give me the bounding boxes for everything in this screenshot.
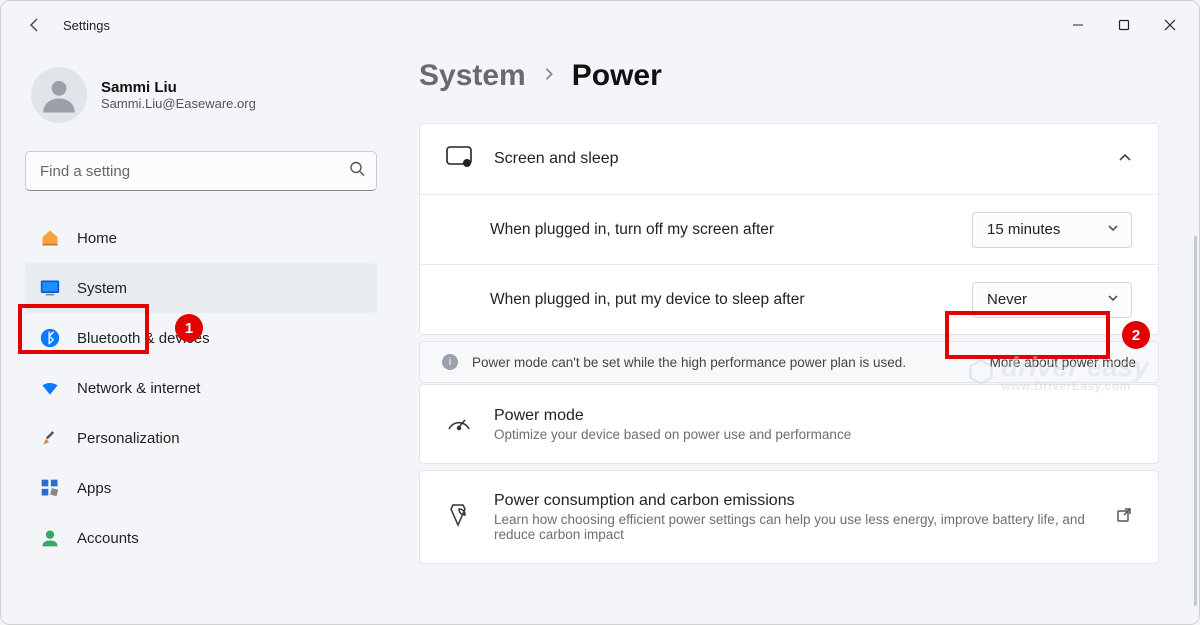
scrollbar[interactable] [1194, 236, 1197, 606]
system-icon [39, 277, 61, 299]
accounts-icon [39, 527, 61, 549]
carbon-title: Power consumption and carbon emissions [494, 492, 1094, 510]
dropdown-value: Never [987, 291, 1027, 308]
minimize-button[interactable] [1055, 5, 1101, 45]
profile-name: Sammi Liu [101, 79, 256, 96]
power-mode-title: Power mode [494, 407, 1132, 425]
screen-off-row: When plugged in, turn off my screen afte… [420, 194, 1158, 264]
annotation-box-sleep [945, 311, 1110, 359]
screen-sleep-title: Screen and sleep [494, 150, 1096, 168]
sidebar-item-personalization[interactable]: Personalization [25, 413, 377, 463]
sleep-label: When plugged in, put my device to sleep … [490, 291, 952, 309]
leaf-shield-icon [446, 502, 472, 533]
annotation-2: 2 [1122, 321, 1150, 349]
breadcrumb: System Power [419, 59, 1159, 93]
chevron-down-icon [1107, 291, 1119, 308]
screen-icon [446, 146, 472, 173]
maximize-button[interactable] [1101, 5, 1147, 45]
power-mode-sub: Optimize your device based on power use … [494, 427, 1132, 442]
sidebar-item-label: Network & internet [77, 380, 200, 397]
back-arrow-icon[interactable] [25, 17, 45, 33]
breadcrumb-parent[interactable]: System [419, 59, 526, 93]
sidebar-item-label: Home [77, 230, 117, 247]
sidebar-item-label: Accounts [77, 530, 139, 547]
paintbrush-icon [39, 427, 61, 449]
search-input[interactable] [25, 151, 377, 191]
profile-email: Sammi.Liu@Easeware.org [101, 96, 256, 111]
external-link-icon [1116, 507, 1132, 528]
search-icon [349, 161, 365, 182]
carbon-section[interactable]: Power consumption and carbon emissions L… [420, 471, 1158, 563]
chevron-down-icon [1107, 221, 1119, 238]
info-text: Power mode can't be set while the high p… [472, 355, 906, 370]
close-button[interactable] [1147, 5, 1193, 45]
sidebar-item-label: Personalization [77, 430, 180, 447]
home-icon [39, 227, 61, 249]
apps-icon [39, 477, 61, 499]
annotation-box-system [18, 304, 149, 354]
power-mode-section: Power mode Optimize your device based on… [420, 385, 1158, 463]
info-icon: i [442, 354, 458, 370]
chevron-up-icon [1118, 150, 1132, 169]
sidebar-item-label: Apps [77, 480, 111, 497]
sidebar-item-apps[interactable]: Apps [25, 463, 377, 513]
gauge-icon [446, 411, 472, 438]
avatar [31, 67, 87, 123]
sidebar-item-label: System [77, 280, 127, 297]
sidebar-item-home[interactable]: Home [25, 213, 377, 263]
screen-off-label: When plugged in, turn off my screen afte… [490, 221, 952, 239]
chevron-right-icon [542, 67, 556, 86]
screen-off-dropdown[interactable]: 15 minutes [972, 212, 1132, 248]
sidebar-item-accounts[interactable]: Accounts [25, 513, 377, 563]
screen-sleep-header[interactable]: Screen and sleep [420, 124, 1158, 194]
carbon-sub: Learn how choosing efficient power setti… [494, 512, 1094, 542]
profile-block[interactable]: Sammi Liu Sammi.Liu@Easeware.org [25, 67, 377, 123]
sidebar-item-network[interactable]: Network & internet [25, 363, 377, 413]
breadcrumb-current: Power [572, 59, 662, 93]
wifi-icon [39, 377, 61, 399]
dropdown-value: 15 minutes [987, 221, 1060, 238]
app-title: Settings [63, 18, 1055, 33]
annotation-1: 1 [175, 314, 203, 342]
